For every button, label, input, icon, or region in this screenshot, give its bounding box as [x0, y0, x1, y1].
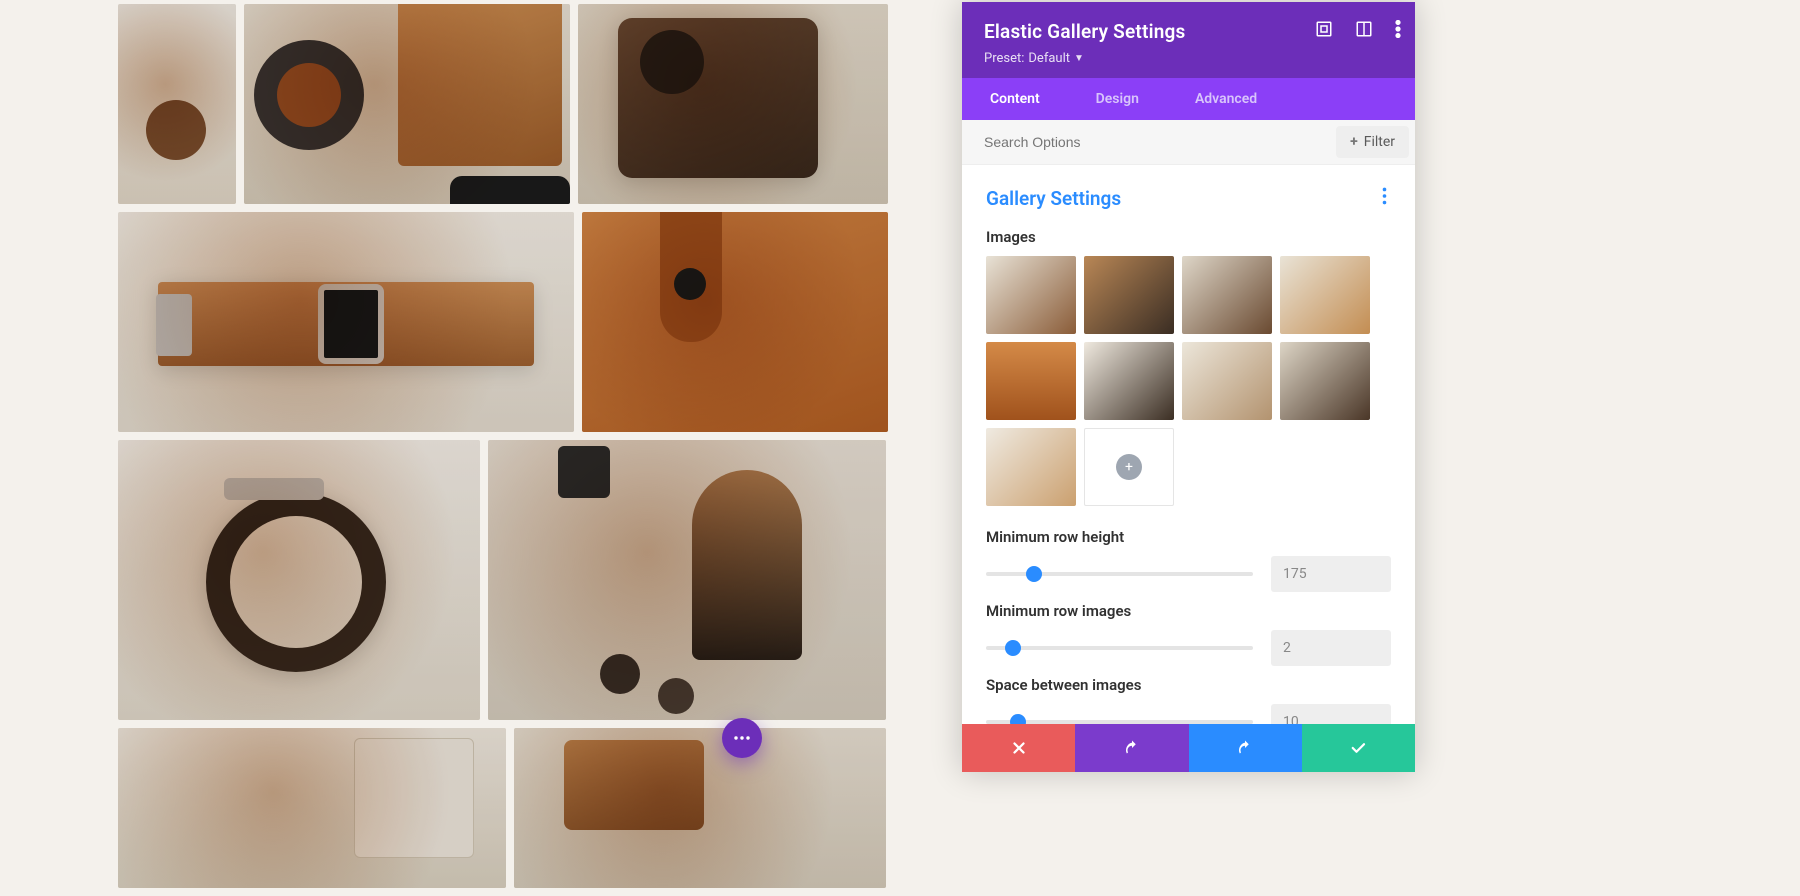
row-images-label: Minimum row images [986, 602, 1391, 620]
plus-icon: + [1116, 454, 1142, 480]
preset-prefix: Preset: [984, 51, 1024, 66]
panel-header: Elastic Gallery Settings Preset: Default… [962, 2, 1415, 78]
preset-value: Default [1028, 51, 1070, 66]
settings-panel: Elastic Gallery Settings Preset: Default… [962, 2, 1415, 772]
images-label: Images [986, 228, 1391, 246]
redo-button[interactable] [1189, 724, 1302, 772]
image-thumb[interactable] [986, 342, 1076, 420]
confirm-button[interactable] [1302, 724, 1415, 772]
row-height-slider[interactable] [986, 565, 1253, 583]
image-thumb[interactable] [1182, 256, 1272, 334]
snap-panel-icon[interactable] [1355, 20, 1373, 38]
chevron-down-icon: ▼ [1074, 53, 1084, 64]
tab-design[interactable]: Design [1068, 78, 1167, 120]
add-image-button[interactable]: + [1084, 428, 1174, 506]
plus-icon: + [1350, 134, 1358, 150]
gallery-image[interactable] [118, 728, 506, 888]
row-height-label: Minimum row height [986, 528, 1391, 546]
panel-tabs: Content Design Advanced [962, 78, 1415, 120]
undo-button[interactable] [1075, 724, 1188, 772]
spacing-label: Space between images [986, 676, 1391, 694]
gallery-image[interactable] [118, 212, 574, 432]
filter-button[interactable]: + Filter [1336, 126, 1409, 158]
gallery-image[interactable] [118, 440, 480, 720]
image-thumb[interactable] [1084, 256, 1174, 334]
images-thumbs: + [986, 256, 1391, 506]
image-thumb[interactable] [1182, 342, 1272, 420]
image-thumb[interactable] [1280, 256, 1370, 334]
gallery-image[interactable] [488, 440, 886, 720]
row-height-value[interactable]: 175 [1271, 556, 1391, 592]
gallery-image[interactable] [244, 4, 570, 204]
tab-advanced[interactable]: Advanced [1167, 78, 1285, 120]
module-options-fab[interactable] [722, 718, 762, 758]
gallery-preview [118, 4, 888, 896]
image-thumb[interactable] [1280, 342, 1370, 420]
image-thumb[interactable] [986, 428, 1076, 506]
more-options-icon[interactable] [1395, 20, 1401, 38]
gallery-image[interactable] [514, 728, 886, 888]
row-images-value[interactable]: 2 [1271, 630, 1391, 666]
search-input[interactable] [962, 120, 1330, 164]
search-row: + Filter [962, 120, 1415, 165]
panel-body: Gallery Settings Images + Minimum row he… [962, 165, 1415, 772]
section-title[interactable]: Gallery Settings [986, 187, 1121, 210]
gallery-image[interactable] [118, 4, 236, 204]
expand-icon[interactable] [1315, 20, 1333, 38]
section-menu-icon[interactable] [1378, 183, 1391, 214]
filter-label: Filter [1364, 134, 1395, 150]
image-thumb[interactable] [1084, 342, 1174, 420]
gallery-image[interactable] [578, 4, 888, 204]
preset-selector[interactable]: Preset: Default ▼ [984, 51, 1393, 66]
cancel-button[interactable] [962, 724, 1075, 772]
row-images-slider[interactable] [986, 639, 1253, 657]
image-thumb[interactable] [986, 256, 1076, 334]
action-bar [962, 724, 1415, 772]
gallery-image[interactable] [582, 212, 888, 432]
tab-content[interactable]: Content [962, 78, 1068, 120]
